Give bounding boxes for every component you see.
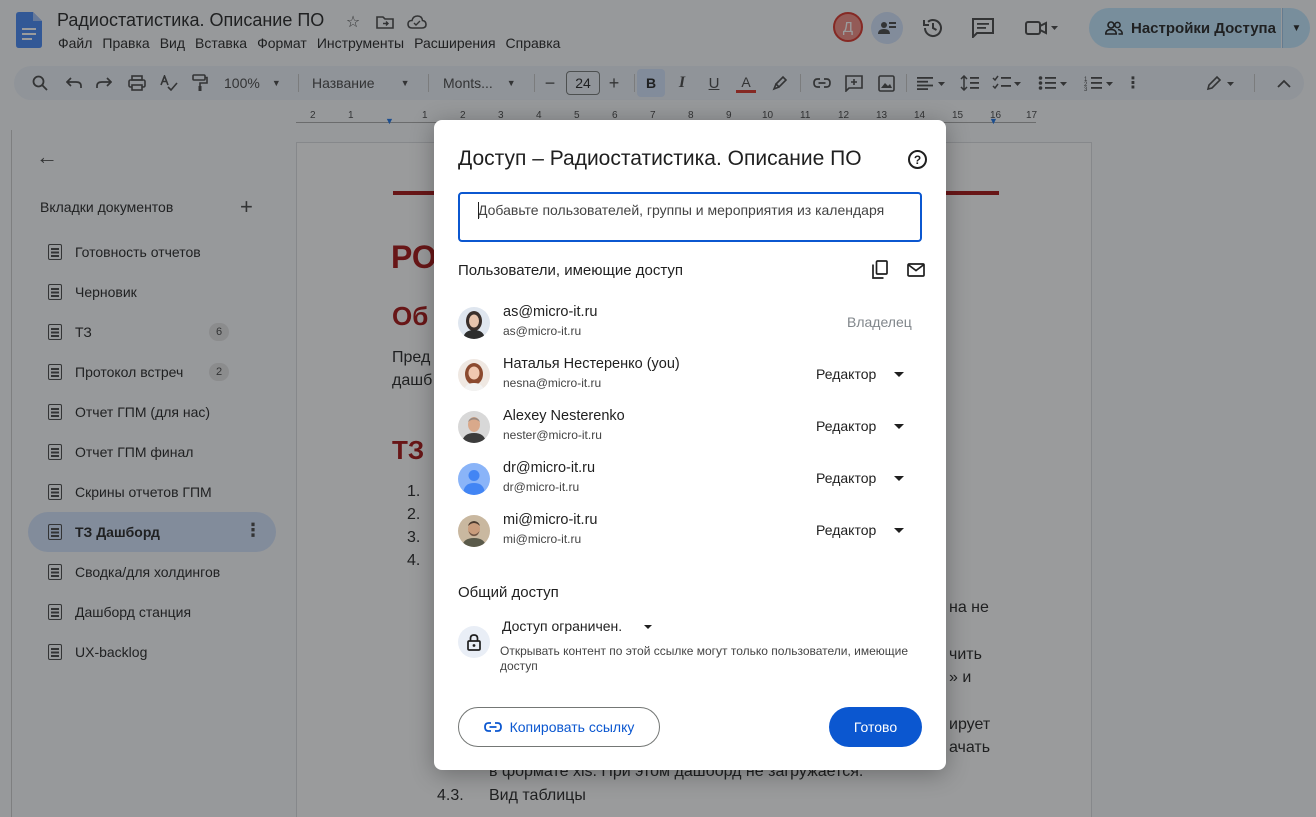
people-with-access-heading: Пользователи, имеющие доступ [458,262,684,279]
avatar [458,359,490,391]
user-email: as@micro-it.ru [503,324,582,338]
done-button[interactable]: Готово [829,707,922,747]
avatar [458,515,490,547]
user-email: dr@micro-it.ru [503,480,580,494]
avatar [458,463,490,495]
link-icon [483,722,502,732]
lock-icon [458,626,490,658]
copy-emails-icon[interactable] [872,260,888,279]
send-email-icon[interactable] [907,263,925,277]
avatar [458,411,490,443]
general-access-description: Открывать контент по этой ссылке могут т… [500,644,909,673]
user-row: Alexey Nesterenko nester@micro-it.ru Ред… [458,408,922,452]
role-select[interactable]: Редактор [816,470,876,486]
owner-role-label: Владелец [847,314,912,330]
user-row: as@micro-it.ru as@micro-it.ru Владелец [458,304,922,348]
avatar [458,307,490,339]
copy-link-button[interactable]: Копировать ссылку [458,707,660,747]
dialog-title: Доступ – Радиостатистика. Описание ПО [458,147,862,170]
add-people-input[interactable]: Добавьте пользователей, группы и меропри… [458,192,922,242]
user-name: Alexey Nesterenko [503,408,625,424]
user-row: dr@micro-it.ru dr@micro-it.ru Редактор [458,460,922,504]
user-row: Наталья Нестеренко (you) nesna@micro-it.… [458,356,922,400]
user-name: mi@micro-it.ru [503,512,598,528]
share-dialog: Доступ – Радиостатистика. Описание ПО ? … [434,120,946,770]
role-caret-icon[interactable] [894,424,904,429]
user-email: nester@micro-it.ru [503,428,602,442]
user-name: as@micro-it.ru [503,304,598,320]
user-email: nesna@micro-it.ru [503,376,602,390]
role-caret-icon[interactable] [894,372,904,377]
user-row: mi@micro-it.ru mi@micro-it.ru Редактор [458,512,922,556]
general-access-caret-icon[interactable] [644,625,652,629]
user-email: mi@micro-it.ru [503,532,582,546]
role-caret-icon[interactable] [894,476,904,481]
copy-link-label: Копировать ссылку [509,719,635,735]
role-caret-icon[interactable] [894,528,904,533]
role-select[interactable]: Редактор [816,418,876,434]
user-name: dr@micro-it.ru [503,460,596,476]
user-name: Наталья Нестеренко (you) [503,356,680,372]
role-select[interactable]: Редактор [816,366,876,382]
help-icon[interactable]: ? [908,150,927,169]
general-access-heading: Общий доступ [458,584,559,601]
general-access-select[interactable]: Доступ ограничен. [502,618,622,634]
role-select[interactable]: Редактор [816,522,876,538]
